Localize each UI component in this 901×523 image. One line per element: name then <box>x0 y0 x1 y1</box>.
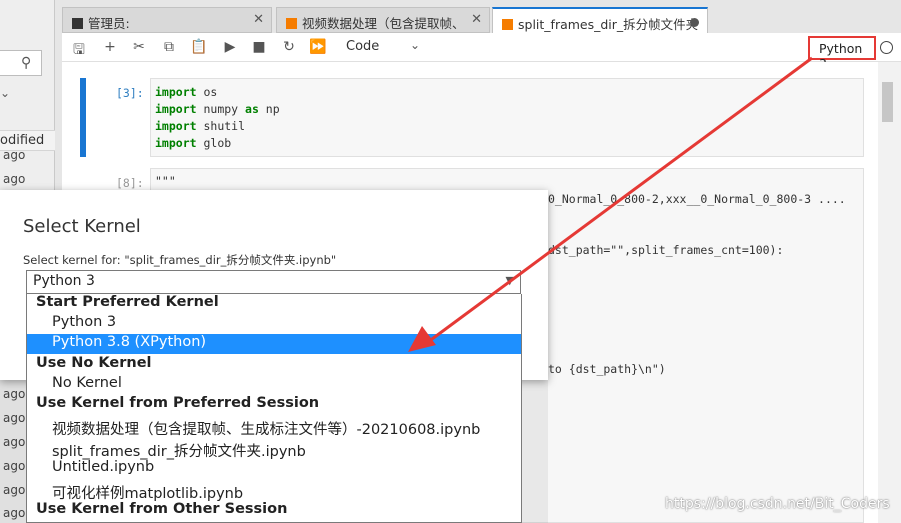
active-cell-indicator <box>80 78 86 157</box>
cell-type-select[interactable]: Code <box>346 39 379 54</box>
save-icon[interactable]: 🖫 <box>70 39 88 63</box>
scrollbar-thumb[interactable] <box>882 82 893 122</box>
unsaved-dot-icon[interactable] <box>690 18 699 27</box>
option-group-header: Use Kernel from Other Session <box>36 501 288 517</box>
search-icon[interactable]: ⚲ <box>21 55 31 71</box>
chevron-down-icon[interactable]: ⌄ <box>410 38 420 52</box>
tab-notebook-active[interactable]: split_frames_dir_拆分帧文件夹 <box>492 7 708 34</box>
code-cell-input[interactable] <box>150 78 864 157</box>
restart-icon[interactable]: ↻ <box>280 39 298 55</box>
code-line: 0_Normal_0_800-2,xxx__0_Normal_0_800-3 .… <box>548 192 846 206</box>
dialog-label: Select kernel for: "split_frames_dir_拆分帧… <box>23 253 337 267</box>
notebook-toolbar: 🖫 + ✂ ⧉ 📋 ▶ ■ ↻ ⏩ Code ⌄ <box>62 33 901 62</box>
kernel-option[interactable]: 视频数据处理（包含提取帧、生成标注文件等）-20210608.ipynb <box>27 418 521 438</box>
kernel-option-selected[interactable]: Python 3.8 (XPython) <box>27 334 521 354</box>
code-line: import os <box>155 85 218 99</box>
dialog-title: Select Kernel <box>23 216 141 237</box>
kernel-option[interactable]: split_frames_dir_拆分帧文件夹.ipynb <box>27 440 521 460</box>
option-group-header: Use No Kernel <box>36 355 152 371</box>
tab-label: 管理员: <box>88 16 130 31</box>
kernel-option[interactable]: 可视化样例matplotlib.ipynb <box>27 482 521 502</box>
tab-bar: 管理员: ✕ 视频数据处理（包含提取帧、 ✕ split_frames_dir_… <box>62 7 901 34</box>
run-icon[interactable]: ▶ <box>221 39 239 55</box>
stop-icon[interactable]: ■ <box>250 39 268 55</box>
chevron-down-icon[interactable]: ⌄ <box>0 86 10 100</box>
modified-time: ago <box>3 148 26 162</box>
kernel-option[interactable]: Untitled.ipynb <box>27 459 521 479</box>
notebook-icon <box>502 19 513 30</box>
tab-label: 视频数据处理（包含提取帧、 <box>302 16 465 31</box>
scrollbar[interactable] <box>878 62 901 523</box>
kernel-select[interactable]: Python 3 ▼ <box>26 270 521 294</box>
kernel-option[interactable]: No Kernel <box>27 375 521 395</box>
option-group-header: Start Preferred Kernel <box>36 294 219 310</box>
code-line: """ <box>155 174 176 188</box>
watermark: https://blog.csdn.net/Bit_Coders <box>665 496 890 512</box>
notebook-icon <box>286 18 297 29</box>
modified-time: ago <box>3 172 26 186</box>
copy-icon[interactable]: ⧉ <box>160 39 178 55</box>
close-icon[interactable]: ✕ <box>471 12 482 27</box>
fast-forward-icon[interactable]: ⏩ <box>309 39 327 55</box>
option-group-header: Use Kernel from Preferred Session <box>36 395 320 411</box>
tab-label: split_frames_dir_拆分帧文件夹 <box>518 17 699 32</box>
kernel-name-button[interactable]: Python 3 <box>808 36 876 71</box>
code-line: import numpy as np <box>155 102 280 116</box>
kernel-select-value: Python 3 <box>33 273 95 289</box>
kernel-option[interactable]: Python 3 <box>27 314 521 334</box>
code-line: dst_path="",split_frames_cnt=100): <box>548 243 784 257</box>
chevron-down-icon: ▼ <box>505 274 514 287</box>
cell-prompt: [8]: <box>116 176 144 190</box>
code-line: import glob <box>155 136 232 150</box>
tab-terminal[interactable]: 管理员: ✕ <box>62 7 272 33</box>
tab-notebook[interactable]: 视频数据处理（包含提取帧、 ✕ <box>276 7 490 33</box>
cut-icon[interactable]: ✂ <box>130 39 148 55</box>
code-line: to {dst_path}\n") <box>548 362 666 376</box>
terminal-icon <box>72 18 83 29</box>
code-line: import shutil <box>155 119 246 133</box>
close-icon[interactable]: ✕ <box>253 12 264 27</box>
add-cell-icon[interactable]: + <box>101 39 119 55</box>
cell-prompt: [3]: <box>116 86 144 100</box>
kernel-dropdown-list: Start Preferred Kernel Python 3 Python 3… <box>26 294 522 523</box>
paste-icon[interactable]: 📋 <box>190 39 208 55</box>
kernel-status-icon <box>880 41 893 54</box>
